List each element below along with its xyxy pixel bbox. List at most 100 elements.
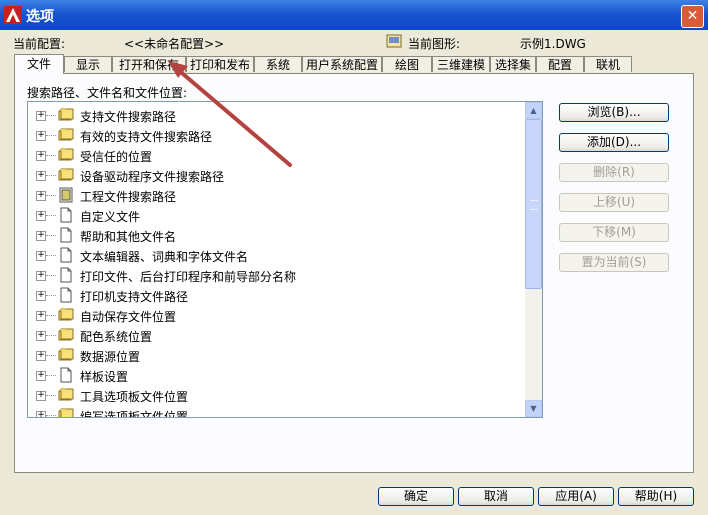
tree-item-label: 自动保存文件位置: [80, 310, 177, 324]
tree-item-label: 工程文件搜索路径: [80, 190, 177, 204]
tree-item[interactable]: + 自动保存文件位置: [28, 305, 522, 325]
set-current-button[interactable]: 置为当前(S): [559, 253, 669, 272]
tab-display[interactable]: 显示: [64, 56, 112, 72]
expand-plus-icon[interactable]: +: [36, 151, 46, 161]
tab-label: 文件: [26, 57, 51, 71]
apply-button-label: 应用(A): [555, 489, 597, 503]
tree-line: [46, 415, 56, 416]
tab-user-preferences[interactable]: 用户系统配置: [302, 56, 382, 72]
expand-plus-icon[interactable]: +: [36, 291, 46, 301]
expand-plus-icon[interactable]: +: [36, 351, 46, 361]
expand-plus-icon[interactable]: +: [36, 231, 46, 241]
apply-button[interactable]: 应用(A): [538, 487, 614, 506]
help-button[interactable]: 帮助(H): [618, 487, 694, 506]
tree-item-label: 打印机支持文件路径: [80, 290, 189, 304]
remove-button[interactable]: 删除(R): [559, 163, 669, 182]
tab-online[interactable]: 联机: [584, 56, 632, 72]
current-config-value: <<未命名配置>>: [124, 37, 225, 51]
tree-item-label: 样板设置: [80, 370, 129, 384]
tree-item[interactable]: + 设备驱动程序文件搜索路径: [28, 165, 522, 185]
tree-line: [46, 295, 56, 296]
tree-line: [46, 255, 56, 256]
folder-stack-icon: [58, 407, 74, 417]
tab-drafting[interactable]: 绘图: [382, 56, 432, 72]
expand-plus-icon[interactable]: +: [36, 111, 46, 121]
expand-plus-icon[interactable]: +: [36, 411, 46, 417]
tree-item[interactable]: + 打印文件、后台打印程序和前导部分名称: [28, 265, 522, 285]
tab-files[interactable]: 文件: [14, 54, 64, 74]
tab-system[interactable]: 系统: [254, 56, 302, 72]
expand-plus-icon[interactable]: +: [36, 271, 46, 281]
folder-stack-icon: [58, 147, 74, 163]
tree-item-label: 有效的支持文件搜索路径: [80, 130, 213, 144]
tab-selection[interactable]: 选择集: [490, 56, 536, 72]
tab-label: 打开和保存: [118, 58, 179, 72]
tab-3d-modeling[interactable]: 三维建模: [432, 56, 490, 72]
ok-button[interactable]: 确定: [378, 487, 454, 506]
tree-item-label: 工具选项板文件位置: [80, 390, 189, 404]
autocad-logo-icon: [4, 6, 22, 24]
expand-plus-icon[interactable]: +: [36, 251, 46, 261]
tree-item[interactable]: + 有效的支持文件搜索路径: [28, 125, 522, 145]
tree-item[interactable]: + 自定义文件: [28, 205, 522, 225]
close-button[interactable]: ✕: [681, 5, 704, 28]
tab-label: 配置: [547, 58, 572, 72]
tab-plot-and-publish[interactable]: 打印和发布: [186, 56, 254, 72]
tree-item[interactable]: + 打印机支持文件路径: [28, 285, 522, 305]
tree-item[interactable]: + 工程文件搜索路径: [28, 185, 522, 205]
tree-line: [46, 195, 56, 196]
grip-icon: [530, 200, 538, 210]
tree-scrollbar[interactable]: ▲ ▼: [525, 102, 542, 417]
search-paths-label: 搜索路径、文件名和文件位置:: [27, 86, 188, 100]
tree-item-label: 帮助和其他文件名: [80, 230, 177, 244]
add-button[interactable]: 添加(D)...: [559, 133, 669, 152]
scroll-thumb[interactable]: [525, 119, 542, 289]
button-label: 浏览(B)...: [587, 105, 641, 119]
tree-item[interactable]: + 帮助和其他文件名: [28, 225, 522, 245]
button-label: 上移(U): [592, 195, 636, 209]
tree-item[interactable]: + 支持文件搜索路径: [28, 105, 522, 125]
tree-item[interactable]: + 工具选项板文件位置: [28, 385, 522, 405]
search-path-tree[interactable]: ▲ ▼ + 支持文件搜索路径 + 有效的支持文件搜索路径 + 受信任的位置 + 设备驱动程序文…: [27, 101, 543, 418]
browse-button[interactable]: 浏览(B)...: [559, 103, 669, 122]
tab-label: 用户系统配置: [305, 58, 378, 72]
tree-item-label: 受信任的位置: [80, 150, 153, 164]
file-icon: [58, 287, 74, 303]
file-icon: [58, 247, 74, 263]
tab-profiles[interactable]: 配置: [536, 56, 584, 72]
window-title: 选项: [26, 9, 54, 25]
scroll-up-button[interactable]: ▲: [525, 102, 542, 119]
move-down-button[interactable]: 下移(M): [559, 223, 669, 242]
button-label: 置为当前(S): [581, 255, 647, 269]
tree-item[interactable]: + 配色系统位置: [28, 325, 522, 345]
move-up-button[interactable]: 上移(U): [559, 193, 669, 212]
tree-line: [46, 395, 56, 396]
expand-plus-icon[interactable]: +: [36, 371, 46, 381]
cancel-button[interactable]: 取消: [458, 487, 534, 506]
expand-plus-icon[interactable]: +: [36, 311, 46, 321]
expand-plus-icon[interactable]: +: [36, 211, 46, 221]
tree-item[interactable]: + 样板设置: [28, 365, 522, 385]
current-drawing-value: 示例1.DWG: [520, 37, 586, 51]
tree-item-label: 文本编辑器、词典和字体文件名: [80, 250, 249, 264]
expand-plus-icon[interactable]: +: [36, 331, 46, 341]
tab-open-and-save[interactable]: 打开和保存: [112, 56, 186, 72]
expand-plus-icon[interactable]: +: [36, 171, 46, 181]
tree-item-label: 配色系统位置: [80, 330, 153, 344]
tree-item-label: 打印文件、后台打印程序和前导部分名称: [80, 270, 297, 284]
tree-item[interactable]: + 数据源位置: [28, 345, 522, 365]
drawing-file-icon: [386, 34, 402, 48]
tree-line: [46, 215, 56, 216]
scroll-down-button[interactable]: ▼: [525, 400, 542, 417]
tree-item[interactable]: + 文本编辑器、词典和字体文件名: [28, 245, 522, 265]
tree-item[interactable]: + 编写选项板文件位置: [28, 405, 522, 417]
tab-label: 系统: [265, 58, 290, 72]
close-icon: ✕: [686, 8, 699, 24]
button-label: 删除(R): [593, 165, 635, 179]
expand-plus-icon[interactable]: +: [36, 131, 46, 141]
tree-item[interactable]: + 受信任的位置: [28, 145, 522, 165]
tree-line: [46, 155, 56, 156]
expand-plus-icon[interactable]: +: [36, 391, 46, 401]
expand-plus-icon[interactable]: +: [36, 191, 46, 201]
current-config-label: 当前配置:: [13, 37, 66, 51]
